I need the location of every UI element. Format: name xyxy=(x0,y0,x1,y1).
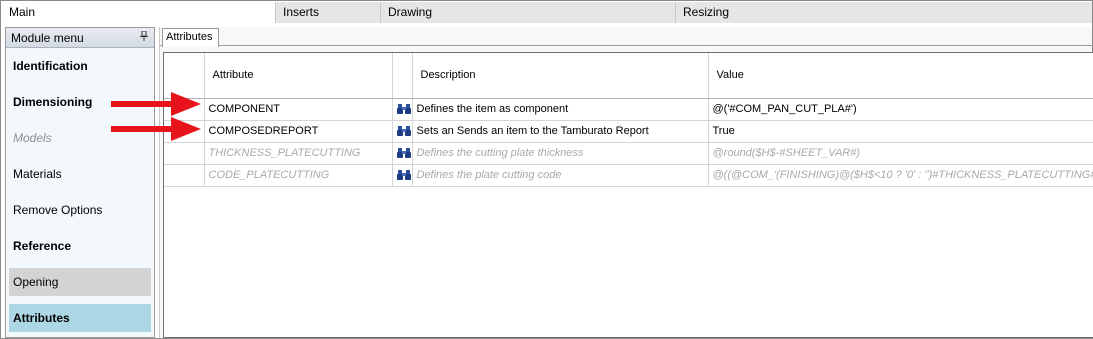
column-header-icon xyxy=(392,53,413,99)
cell-attribute[interactable]: COMPOSEDREPORT xyxy=(204,120,393,143)
table-row[interactable]: COMPONENT Defines the item as component … xyxy=(164,98,1093,121)
module-item-attributes[interactable]: Attributes xyxy=(9,304,151,332)
module-item-identification[interactable]: Identification xyxy=(9,52,151,80)
pin-icon[interactable] xyxy=(140,30,148,44)
cell-description[interactable]: Defines the cutting plate thickness xyxy=(412,142,709,165)
binoculars-icon[interactable] xyxy=(392,98,413,121)
tab-main[interactable]: Main xyxy=(2,2,276,23)
top-tab-strip: Main Inserts Drawing Resizing xyxy=(2,2,1092,23)
table-row[interactable]: COMPOSEDREPORT Sets an Sends an item to … xyxy=(164,120,1093,143)
module-item-materials[interactable]: Materials xyxy=(9,160,151,188)
binoculars-icon[interactable] xyxy=(392,142,413,165)
module-menu-title: Module menu xyxy=(11,30,84,45)
sub-tab-strip: Attributes xyxy=(160,27,1093,47)
binoculars-icon[interactable] xyxy=(392,164,413,187)
row-header[interactable] xyxy=(164,142,205,165)
cell-attribute[interactable]: CODE_PLATECUTTING xyxy=(204,164,393,187)
cell-value[interactable]: True xyxy=(708,120,1093,143)
attributes-grid: Attribute Description Value COMPONENT De… xyxy=(163,52,1093,338)
annotation-arrow-icon xyxy=(111,117,201,141)
cell-description[interactable]: Defines the item as component xyxy=(412,98,709,121)
table-row[interactable]: THICKNESS_PLATECUTTING Defines the cutti… xyxy=(164,142,1093,165)
cell-value[interactable]: @round($H$-#SHEET_VAR#) xyxy=(708,142,1093,165)
column-header-description[interactable]: Description xyxy=(412,53,709,99)
cell-value[interactable]: @((@COM_'(FINISHING)@($H$<10 ? '0' : '')… xyxy=(708,164,1093,187)
tab-resizing[interactable]: Resizing xyxy=(676,2,1092,23)
row-header[interactable] xyxy=(164,164,205,187)
module-item-opening[interactable]: Opening xyxy=(9,268,151,296)
tab-attributes[interactable]: Attributes xyxy=(162,28,220,47)
cell-description[interactable]: Sets an Sends an item to the Tamburato R… xyxy=(412,120,709,143)
table-row[interactable]: CODE_PLATECUTTING Defines the plate cutt… xyxy=(164,164,1093,187)
cell-attribute[interactable]: THICKNESS_PLATECUTTING xyxy=(204,142,393,165)
cell-attribute[interactable]: COMPONENT xyxy=(204,98,393,121)
tab-inserts[interactable]: Inserts xyxy=(276,2,381,23)
window-frame: Main Inserts Drawing Resizing Module men… xyxy=(0,0,1093,339)
module-item-reference[interactable]: Reference xyxy=(9,232,151,260)
cell-value[interactable]: @('#COM_PAN_CUT_PLA#') xyxy=(708,98,1093,121)
module-item-remove-options[interactable]: Remove Options xyxy=(9,196,151,224)
column-header-attribute[interactable]: Attribute xyxy=(204,53,393,99)
content-area: Attributes Attribute Description Value C… xyxy=(159,27,1093,338)
grid-header-row: Attribute Description Value xyxy=(164,53,1093,99)
module-menu-panel: Module menu Identification Dimensioning … xyxy=(5,27,155,338)
column-header-value[interactable]: Value xyxy=(708,53,1093,99)
binoculars-icon[interactable] xyxy=(392,120,413,143)
cell-description[interactable]: Defines the plate cutting code xyxy=(412,164,709,187)
tab-drawing[interactable]: Drawing xyxy=(381,2,676,23)
module-menu-header: Module menu xyxy=(6,28,154,48)
